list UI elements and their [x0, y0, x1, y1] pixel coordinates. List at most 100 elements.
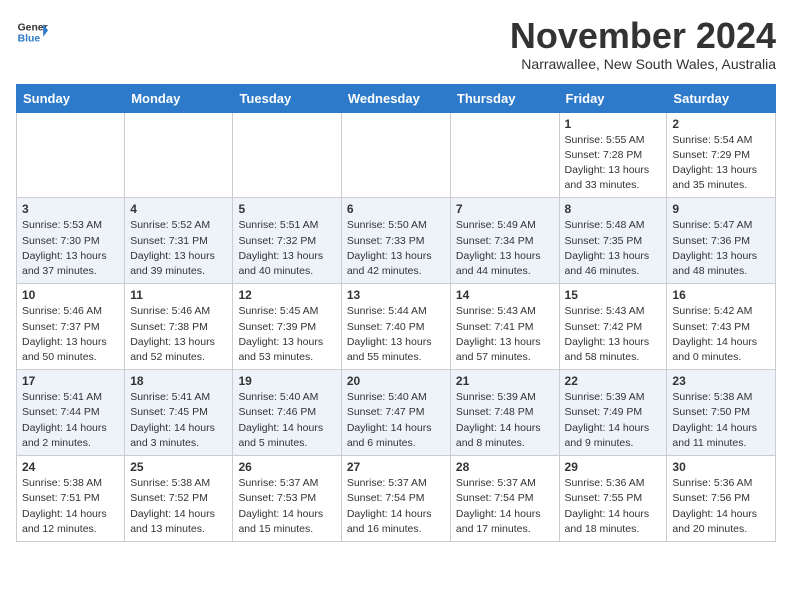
location: Narrawallee, New South Wales, Australia [510, 56, 776, 72]
day-info: Sunrise: 5:37 AMSunset: 7:54 PMDaylight:… [347, 476, 445, 537]
col-header-wednesday: Wednesday [341, 84, 450, 112]
day-number: 12 [238, 288, 335, 302]
day-number: 24 [22, 460, 119, 474]
calendar-day-cell: 29Sunrise: 5:36 AMSunset: 7:55 PMDayligh… [559, 456, 667, 542]
day-number: 25 [130, 460, 227, 474]
calendar-day-cell: 30 Sunrise: 5:36 AMSunset: 7:56 PMDayligh… [667, 456, 776, 542]
calendar-week-row: 24 Sunrise: 5:38 AMSunset: 7:51 PMDayligh… [17, 456, 776, 542]
calendar-day-cell: 6Sunrise: 5:50 AMSunset: 7:33 PMDaylight… [341, 198, 450, 284]
calendar-day-cell: 27 Sunrise: 5:37 AMSunset: 7:54 PMDayligh… [341, 456, 450, 542]
col-header-thursday: Thursday [450, 84, 559, 112]
logo: General Blue [16, 16, 48, 48]
calendar-day-cell: 15Sunrise: 5:43 AMSunset: 7:42 PMDayligh… [559, 284, 667, 370]
calendar-day-cell: 5 Sunrise: 5:51 AMSunset: 7:32 PMDaylight… [233, 198, 341, 284]
calendar-day-cell [450, 112, 559, 198]
day-info: Sunrise: 5:37 AMSunset: 7:53 PMDaylight:… [238, 476, 335, 537]
day-number: 17 [22, 374, 119, 388]
title-block: November 2024 Narrawallee, New South Wal… [510, 16, 776, 72]
month-title: November 2024 [510, 16, 776, 56]
calendar-day-cell: 26 Sunrise: 5:37 AMSunset: 7:53 PMDayligh… [233, 456, 341, 542]
day-info: Sunrise: 5:40 AMSunset: 7:47 PMDaylight:… [347, 390, 445, 451]
day-number: 7 [456, 202, 554, 216]
calendar-day-cell: 18Sunrise: 5:41 AMSunset: 7:45 PMDayligh… [125, 370, 233, 456]
day-number: 3 [22, 202, 119, 216]
day-number: 26 [238, 460, 335, 474]
day-info: Sunrise: 5:52 AMSunset: 7:31 PMDaylight:… [130, 218, 227, 279]
calendar-day-cell: 11 Sunrise: 5:46 AMSunset: 7:38 PMDayligh… [125, 284, 233, 370]
day-info: Sunrise: 5:48 AMSunset: 7:35 PMDaylight:… [565, 218, 662, 279]
col-header-sunday: Sunday [17, 84, 125, 112]
day-number: 6 [347, 202, 445, 216]
day-number: 9 [672, 202, 770, 216]
day-info: Sunrise: 5:38 AMSunset: 7:50 PMDaylight:… [672, 390, 770, 451]
day-info: Sunrise: 5:55 AMSunset: 7:28 PMDaylight:… [565, 133, 662, 194]
calendar-day-cell [17, 112, 125, 198]
day-number: 8 [565, 202, 662, 216]
calendar-day-cell: 2Sunrise: 5:54 AMSunset: 7:29 PMDaylight… [667, 112, 776, 198]
day-info: Sunrise: 5:37 AMSunset: 7:54 PMDaylight:… [456, 476, 554, 537]
calendar-day-cell: 1 Sunrise: 5:55 AMSunset: 7:28 PMDaylight… [559, 112, 667, 198]
logo-icon: General Blue [16, 16, 48, 48]
day-info: Sunrise: 5:53 AMSunset: 7:30 PMDaylight:… [22, 218, 119, 279]
col-header-friday: Friday [559, 84, 667, 112]
day-info: Sunrise: 5:51 AMSunset: 7:32 PMDaylight:… [238, 218, 335, 279]
day-number: 10 [22, 288, 119, 302]
day-number: 27 [347, 460, 445, 474]
calendar-day-cell: 14 Sunrise: 5:43 AMSunset: 7:41 PMDayligh… [450, 284, 559, 370]
day-info: Sunrise: 5:40 AMSunset: 7:46 PMDaylight:… [238, 390, 335, 451]
calendar-day-cell: 9Sunrise: 5:47 AMSunset: 7:36 PMDaylight… [667, 198, 776, 284]
day-number: 16 [672, 288, 770, 302]
calendar-day-cell: 17 Sunrise: 5:41 AMSunset: 7:44 PMDayligh… [17, 370, 125, 456]
calendar-day-cell: 22Sunrise: 5:39 AMSunset: 7:49 PMDayligh… [559, 370, 667, 456]
calendar-day-cell: 4 Sunrise: 5:52 AMSunset: 7:31 PMDaylight… [125, 198, 233, 284]
svg-text:Blue: Blue [18, 34, 41, 45]
day-info: Sunrise: 5:39 AMSunset: 7:48 PMDaylight:… [456, 390, 554, 451]
col-header-tuesday: Tuesday [233, 84, 341, 112]
day-number: 1 [565, 117, 662, 131]
col-header-monday: Monday [125, 84, 233, 112]
calendar-day-cell: 7 Sunrise: 5:49 AMSunset: 7:34 PMDaylight… [450, 198, 559, 284]
day-number: 28 [456, 460, 554, 474]
day-number: 22 [565, 374, 662, 388]
day-info: Sunrise: 5:36 AMSunset: 7:55 PMDaylight:… [565, 476, 662, 537]
day-number: 30 [672, 460, 770, 474]
calendar-week-row: 17 Sunrise: 5:41 AMSunset: 7:44 PMDayligh… [17, 370, 776, 456]
day-info: Sunrise: 5:43 AMSunset: 7:41 PMDaylight:… [456, 304, 554, 365]
day-info: Sunrise: 5:46 AMSunset: 7:38 PMDaylight:… [130, 304, 227, 365]
day-info: Sunrise: 5:36 AMSunset: 7:56 PMDaylight:… [672, 476, 770, 537]
calendar-day-cell: 19 Sunrise: 5:40 AMSunset: 7:46 PMDayligh… [233, 370, 341, 456]
calendar-week-row: 1 Sunrise: 5:55 AMSunset: 7:28 PMDaylight… [17, 112, 776, 198]
calendar-day-cell: 10 Sunrise: 5:46 AMSunset: 7:37 PMDayligh… [17, 284, 125, 370]
calendar-day-cell: 23 Sunrise: 5:38 AMSunset: 7:50 PMDayligh… [667, 370, 776, 456]
day-info: Sunrise: 5:38 AMSunset: 7:52 PMDaylight:… [130, 476, 227, 537]
calendar-day-cell: 25 Sunrise: 5:38 AMSunset: 7:52 PMDayligh… [125, 456, 233, 542]
calendar-day-cell: 28 Sunrise: 5:37 AMSunset: 7:54 PMDayligh… [450, 456, 559, 542]
day-info: Sunrise: 5:45 AMSunset: 7:39 PMDaylight:… [238, 304, 335, 365]
calendar-day-cell: 12 Sunrise: 5:45 AMSunset: 7:39 PMDayligh… [233, 284, 341, 370]
day-info: Sunrise: 5:46 AMSunset: 7:37 PMDaylight:… [22, 304, 119, 365]
day-number: 23 [672, 374, 770, 388]
calendar-day-cell [341, 112, 450, 198]
day-info: Sunrise: 5:38 AMSunset: 7:51 PMDaylight:… [22, 476, 119, 537]
calendar-week-row: 3 Sunrise: 5:53 AMSunset: 7:30 PMDaylight… [17, 198, 776, 284]
day-info: Sunrise: 5:49 AMSunset: 7:34 PMDaylight:… [456, 218, 554, 279]
calendar-day-cell: 24 Sunrise: 5:38 AMSunset: 7:51 PMDayligh… [17, 456, 125, 542]
day-info: Sunrise: 5:41 AMSunset: 7:44 PMDaylight:… [22, 390, 119, 451]
day-info: Sunrise: 5:44 AMSunset: 7:40 PMDaylight:… [347, 304, 445, 365]
calendar-day-cell: 8 Sunrise: 5:48 AMSunset: 7:35 PMDaylight… [559, 198, 667, 284]
day-info: Sunrise: 5:43 AMSunset: 7:42 PMDaylight:… [565, 304, 662, 365]
day-number: 5 [238, 202, 335, 216]
day-number: 19 [238, 374, 335, 388]
day-number: 14 [456, 288, 554, 302]
day-number: 20 [347, 374, 445, 388]
page-header: General Blue November 2024 Narrawallee, … [16, 16, 776, 72]
calendar-week-row: 10 Sunrise: 5:46 AMSunset: 7:37 PMDayligh… [17, 284, 776, 370]
calendar-day-cell: 13 Sunrise: 5:44 AMSunset: 7:40 PMDayligh… [341, 284, 450, 370]
day-number: 4 [130, 202, 227, 216]
calendar-day-cell: 21Sunrise: 5:39 AMSunset: 7:48 PMDayligh… [450, 370, 559, 456]
day-number: 11 [130, 288, 227, 302]
calendar-day-cell: 16Sunrise: 5:42 AMSunset: 7:43 PMDayligh… [667, 284, 776, 370]
day-info: Sunrise: 5:41 AMSunset: 7:45 PMDaylight:… [130, 390, 227, 451]
day-number: 13 [347, 288, 445, 302]
day-number: 2 [672, 117, 770, 131]
